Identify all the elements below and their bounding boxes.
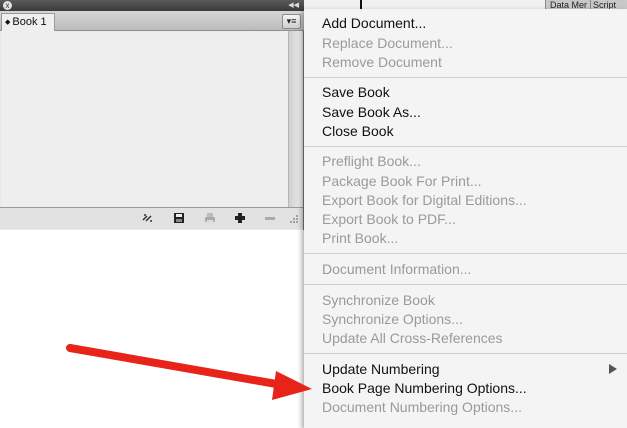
annotation-arrow-shaft (66, 344, 286, 389)
annotation-arrow-head (272, 371, 312, 400)
annotation-arrow (66, 344, 312, 400)
